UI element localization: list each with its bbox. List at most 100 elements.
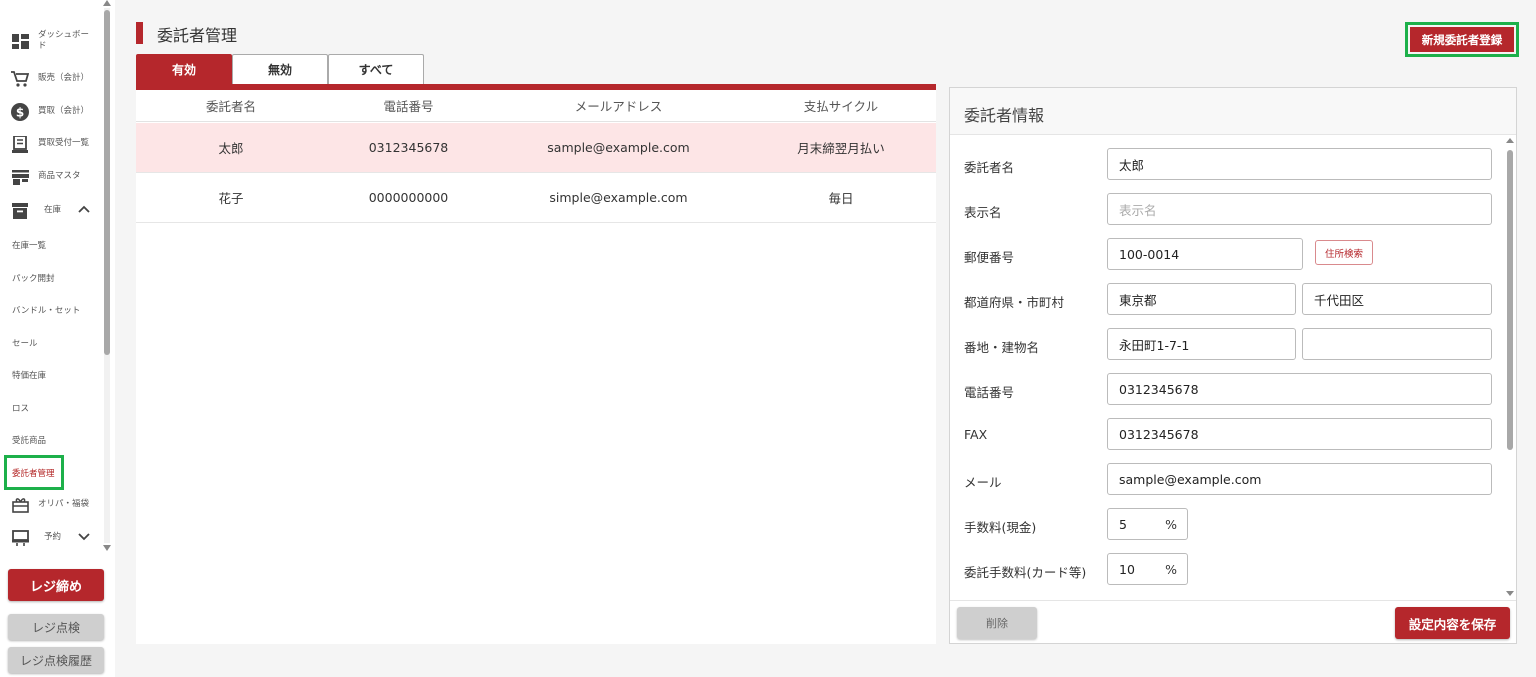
panel-header: 委託者情報 xyxy=(950,88,1516,135)
page-title: 委託者管理 xyxy=(157,26,238,45)
sidebar-scrollbar[interactable] xyxy=(102,0,112,555)
city-input[interactable]: 千代田区 xyxy=(1302,283,1492,315)
register-check-button[interactable]: レジ点検 xyxy=(8,614,104,640)
sidebar-sub-loss[interactable]: ロス xyxy=(12,402,29,414)
percent-unit: % xyxy=(1165,561,1177,577)
store-icon xyxy=(10,167,30,187)
cell-name: 太郎 xyxy=(218,141,244,156)
dollar-icon: $ xyxy=(10,102,30,122)
label-display-name: 表示名 xyxy=(964,205,1002,220)
sidebar-item-reserve[interactable]: 予約 xyxy=(0,526,100,550)
chevron-up-icon xyxy=(78,202,90,216)
highlight-box: 新規委託者登録 xyxy=(1405,22,1519,57)
address-search-button[interactable]: 住所検索 xyxy=(1315,240,1373,265)
fee-card-value: 10 xyxy=(1119,561,1135,577)
sidebar-item-label: 買取（会計） xyxy=(38,106,90,117)
cell-payment-cycle: 毎日 xyxy=(828,191,854,206)
tab-active[interactable]: 有効 xyxy=(136,54,232,84)
fee-cash-input[interactable]: 5 % xyxy=(1107,508,1188,540)
sidebar-sub-consigned-goods[interactable]: 受託商品 xyxy=(12,434,46,446)
sidebar-item-label: ダッシュボード xyxy=(38,29,90,51)
sidebar-item-label: 商品マスタ xyxy=(38,171,81,182)
phone-input[interactable]: 0312345678 xyxy=(1107,373,1492,405)
address2-input[interactable] xyxy=(1302,328,1492,360)
sidebar-item-product-master[interactable]: 商品マスタ xyxy=(0,166,100,188)
sidebar-item-label: 販売（会計） xyxy=(38,73,90,84)
receipt-icon xyxy=(10,134,30,154)
sidebar-item-dashboard[interactable]: ダッシュボード xyxy=(0,28,100,54)
cell-name: 花子 xyxy=(218,191,244,206)
column-header-email[interactable]: メールアドレス xyxy=(491,96,746,115)
highlight-box xyxy=(4,455,64,490)
sidebar-sub-pack-open[interactable]: パック開封 xyxy=(12,272,55,284)
sidebar-sub-stock-list[interactable]: 在庫一覧 xyxy=(12,239,46,251)
chevron-down-icon xyxy=(78,530,90,544)
panel-title: 委託者情報 xyxy=(964,106,1045,125)
sidebar-item-stock[interactable]: 在庫 xyxy=(0,199,100,223)
dashboard-icon xyxy=(10,31,30,51)
sidebar-item-label: 予約 xyxy=(44,532,62,543)
scrollbar-thumb[interactable] xyxy=(1507,150,1513,450)
monitor-icon xyxy=(10,528,30,548)
scroll-down-arrow-icon[interactable] xyxy=(1506,591,1514,596)
table-row[interactable]: 花子 0000000000 simple@example.com 毎日 xyxy=(136,173,936,223)
svg-text:$: $ xyxy=(16,106,24,120)
new-consignor-button[interactable]: 新規委託者登録 xyxy=(1410,27,1514,52)
sidebar-item-sales[interactable]: 販売（会計） xyxy=(0,68,100,90)
sidebar-item-oripa[interactable]: オリパ・福袋 xyxy=(0,494,100,516)
fee-cash-value: 5 xyxy=(1119,516,1127,532)
panel-footer: 削除 設定内容を保存 xyxy=(950,600,1516,643)
cell-payment-cycle: 月末締翌月払い xyxy=(797,141,885,156)
display-name-input[interactable]: 表示名 xyxy=(1107,193,1492,225)
archive-icon xyxy=(10,201,30,221)
column-header-phone[interactable]: 電話番号 xyxy=(326,96,491,115)
cell-phone: 0000000000 xyxy=(368,190,449,205)
scroll-down-arrow-icon[interactable] xyxy=(103,545,111,551)
column-header-payment-cycle[interactable]: 支払サイクル xyxy=(746,96,936,115)
consignor-detail-panel: 委託者情報 委託者名 太郎 表示名 表示名 郵便番号 100-0014 住所検索… xyxy=(949,87,1517,644)
consignor-name-input[interactable]: 太郎 xyxy=(1107,148,1492,180)
table-row[interactable]: 太郎 0312345678 sample@example.com 月末締翌月払い xyxy=(136,123,936,173)
label-mail: メール xyxy=(964,475,1002,490)
tab-all[interactable]: すべて xyxy=(328,54,424,84)
gift-icon xyxy=(10,495,30,515)
address1-input[interactable]: 永田町1-7-1 xyxy=(1107,328,1296,360)
sidebar-sub-sale[interactable]: セール xyxy=(12,337,38,349)
prefecture-input[interactable]: 東京都 xyxy=(1107,283,1296,315)
table-header: 委託者名 電話番号 メールアドレス 支払サイクル xyxy=(136,90,936,122)
label-address: 番地・建物名 xyxy=(964,340,1040,355)
close-register-button[interactable]: レジ締め xyxy=(8,569,104,601)
sidebar-item-purchase-list[interactable]: 買取受付一覧 xyxy=(0,133,100,155)
sidebar-menu: ダッシュボード 販売（会計） $ 買取（会計） 買取受付一覧 商品マスタ 在庫 … xyxy=(0,0,100,560)
scroll-up-arrow-icon[interactable] xyxy=(1506,138,1514,143)
delete-button[interactable]: 削除 xyxy=(957,607,1037,639)
cell-phone: 0312345678 xyxy=(368,140,449,155)
register-history-button[interactable]: レジ点検履歴 xyxy=(8,647,104,673)
save-settings-button[interactable]: 設定内容を保存 xyxy=(1395,607,1510,639)
label-fax: FAX xyxy=(964,427,988,442)
label-postal-code: 郵便番号 xyxy=(964,250,1015,265)
fax-input[interactable]: 0312345678 xyxy=(1107,418,1492,450)
tab-inactive[interactable]: 無効 xyxy=(232,54,328,84)
sidebar-item-label: 買取受付一覧 xyxy=(38,138,90,149)
fee-card-input[interactable]: 10 % xyxy=(1107,553,1188,585)
sidebar: ダッシュボード 販売（会計） $ 買取（会計） 買取受付一覧 商品マスタ 在庫 … xyxy=(0,0,115,677)
label-phone: 電話番号 xyxy=(964,385,1015,400)
column-header-name[interactable]: 委託者名 xyxy=(136,96,326,115)
cell-email: sample@example.com xyxy=(547,140,690,155)
scroll-up-arrow-icon[interactable] xyxy=(103,0,111,6)
sidebar-item-purchase[interactable]: $ 買取（会計） xyxy=(0,101,100,123)
label-fee-cash: 手数料(現金) xyxy=(964,520,1037,535)
sidebar-sub-special-stock[interactable]: 特価在庫 xyxy=(12,369,46,381)
scrollbar-thumb[interactable] xyxy=(104,10,110,355)
label-prefecture-city: 都道府県・市町村 xyxy=(964,295,1065,310)
consignor-table: 委託者名 電話番号 メールアドレス 支払サイクル 太郎 0312345678 s… xyxy=(136,90,936,644)
mail-input[interactable]: sample@example.com xyxy=(1107,463,1492,495)
title-accent-bar xyxy=(136,22,143,44)
cart-icon xyxy=(10,69,30,89)
cell-email: simple@example.com xyxy=(549,190,688,205)
panel-scrollbar[interactable] xyxy=(1504,136,1516,600)
sidebar-sub-bundle[interactable]: バンドル・セット xyxy=(12,304,80,316)
sidebar-item-label: 在庫 xyxy=(44,205,62,216)
postal-code-input[interactable]: 100-0014 xyxy=(1107,238,1303,270)
